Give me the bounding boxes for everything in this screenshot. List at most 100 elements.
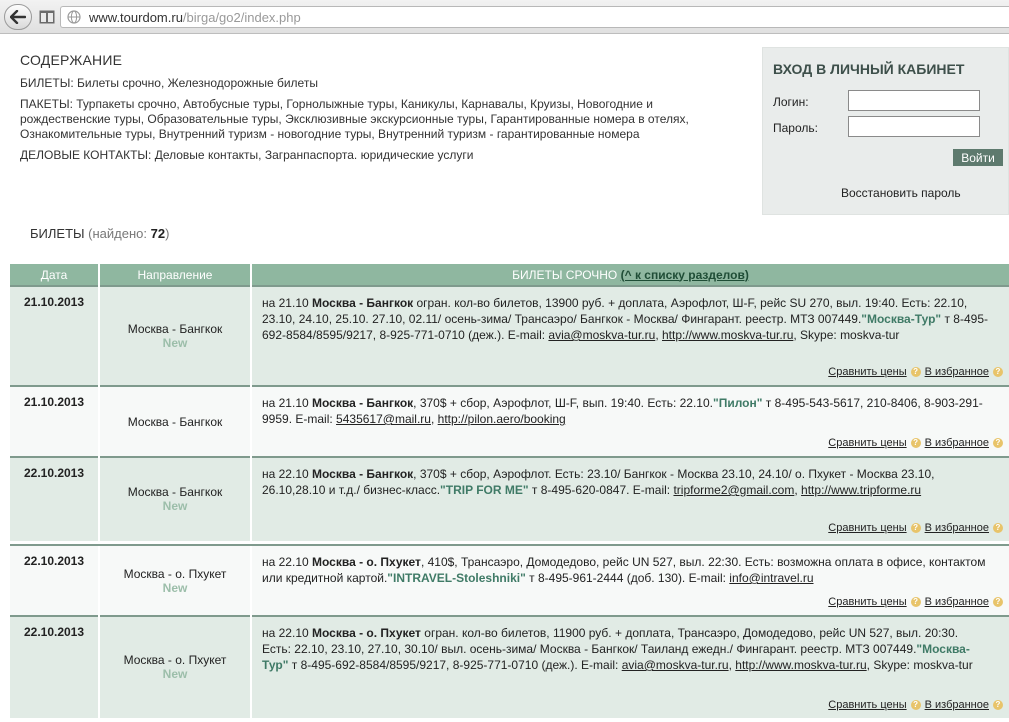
compare-prices-link[interactable]: Сравнить цены: [828, 520, 906, 536]
help-icon[interactable]: ?: [993, 367, 1003, 377]
desc-route: Москва - о. Пхукет: [312, 555, 421, 569]
address-bar[interactable]: www.tourdom.ru /birga/go2/index.php: [60, 6, 1009, 28]
row-direction: Москва - Бангкок New: [98, 285, 251, 386]
help-icon[interactable]: ?: [910, 700, 921, 710]
login-title: ВХОД В ЛИЧНЫЙ КАБИНЕТ: [773, 61, 965, 77]
login-input[interactable]: [848, 90, 980, 111]
row-description: на 21.10 Москва - Бангкок, 370$ + сбор, …: [250, 385, 1009, 457]
desc-lead: на 21.10: [262, 296, 309, 310]
add-favorite-link[interactable]: В избранное: [925, 364, 989, 380]
compare-prices-link[interactable]: Сравнить цены: [828, 435, 906, 451]
row-actions: Сравнить цены ? В избранное ?: [828, 435, 1003, 451]
section-links[interactable]: Билеты срочно, Железнодорожные билеты: [77, 76, 318, 90]
row-description: на 22.10 Москва - о. Пхукет огран. кол-в…: [250, 615, 1009, 718]
help-icon[interactable]: ?: [910, 438, 921, 448]
desc-sep: ,: [430, 412, 435, 426]
login-button[interactable]: Войти: [953, 149, 1003, 166]
add-favorite-link[interactable]: В избранное: [925, 594, 989, 610]
section-links[interactable]: Турпакеты срочно, Автобусные туры, Горно…: [20, 97, 689, 141]
site-link[interactable]: http://www.moskva-tur.ru: [662, 328, 793, 342]
new-badge: New: [162, 499, 188, 513]
new-badge: New: [162, 667, 188, 681]
direction-text: Москва - Бангкок: [127, 485, 223, 499]
desc-company: "INTRAVEL-Stoleshniki": [387, 571, 526, 585]
row-date: 22.10.2013: [10, 544, 99, 616]
back-button[interactable]: [4, 4, 32, 30]
direction-text: Москва - Бангкок: [127, 322, 223, 336]
row-actions: Сравнить цены ? В избранное ?: [828, 364, 1003, 380]
compare-prices-link[interactable]: Сравнить цены: [828, 594, 906, 610]
help-icon[interactable]: ?: [910, 367, 921, 377]
login-label: Логин:: [773, 95, 809, 109]
help-icon[interactable]: ?: [993, 523, 1003, 533]
contents-title: СОДЕРЖАНИЕ: [20, 52, 123, 68]
table-row: 22.10.2013 Москва - о. Пхукет New на 22.…: [10, 615, 1009, 718]
help-icon[interactable]: ?: [993, 700, 1003, 710]
row-description: на 22.10 Москва - Бангкок, 370$ + сбор, …: [250, 456, 1009, 541]
column-header-section: БИЛЕТЫ СРОЧНО (^ к списку разделов): [250, 264, 1009, 286]
direction-text: Москва - Бангкок: [127, 414, 223, 429]
email-link[interactable]: tripforme2@gmail.com: [673, 483, 794, 497]
add-favorite-link[interactable]: В избранное: [925, 435, 989, 451]
site-link[interactable]: http://www.tripforme.ru: [801, 483, 921, 497]
desc-lead: на 22.10: [262, 467, 309, 481]
login-panel: ВХОД В ЛИЧНЫЙ КАБИНЕТ Логин: Пароль: Вой…: [762, 47, 1009, 215]
row-actions: Сравнить цены ? В избранное ?: [828, 594, 1003, 610]
desc-tail: т 8-495-961-2444 (доб. 130). E-mail:: [529, 571, 726, 585]
row-date: 22.10.2013: [10, 615, 99, 718]
tickets-table: Дата Направление БИЛЕТЫ СРОЧНО (^ к спис…: [10, 264, 1009, 718]
desc-extra: , Skype: moskva-tur: [793, 328, 900, 342]
email-link[interactable]: avia@moskva-tur.ru: [622, 658, 729, 672]
direction-text: Москва - о. Пхукет: [123, 653, 227, 667]
compare-prices-link[interactable]: Сравнить цены: [828, 697, 906, 713]
add-favorite-link[interactable]: В избранное: [925, 520, 989, 536]
results-title: БИЛЕТЫ: [30, 226, 85, 241]
back-to-sections-link[interactable]: (^ к списку разделов): [621, 268, 749, 282]
new-badge: New: [162, 336, 188, 350]
desc-tail: т 8-495-692-8584/8595/9217, 8-925-771-07…: [291, 658, 619, 672]
desc-company: "TRIP FOR ME": [440, 483, 529, 497]
help-icon[interactable]: ?: [910, 523, 921, 533]
table-row: 22.10.2013 Москва - Бангкок New на 22.10…: [10, 456, 1009, 541]
row-date: 22.10.2013: [10, 456, 99, 541]
desc-sep: ,: [794, 483, 798, 497]
contents-section-packages: ПАКЕТЫ: Турпакеты срочно, Автобусные тур…: [20, 97, 730, 142]
tabs-overview-icon[interactable]: [38, 8, 56, 25]
desc-sep: ,: [655, 328, 659, 342]
row-direction: Москва - Бангкок: [98, 385, 251, 457]
password-label: Пароль:: [773, 121, 818, 135]
globe-icon: [67, 10, 81, 24]
email-link[interactable]: avia@moskva-tur.ru: [548, 328, 655, 342]
help-icon[interactable]: ?: [910, 597, 921, 607]
help-icon[interactable]: ?: [993, 438, 1003, 448]
found-count: 72: [150, 226, 166, 241]
row-actions: Сравнить цены ? В избранное ?: [828, 697, 1003, 713]
results-summary: БИЛЕТЫ (найдено: 72): [30, 226, 169, 241]
restore-password-link[interactable]: Восстановить пароль: [841, 186, 961, 200]
contents-block: СОДЕРЖАНИЕ БИЛЕТЫ: Билеты срочно, Железн…: [20, 52, 730, 169]
email-link[interactable]: info@intravel.ru: [729, 571, 813, 585]
site-link[interactable]: http://pilon.aero/booking: [438, 412, 566, 426]
compare-prices-link[interactable]: Сравнить цены: [828, 364, 906, 380]
add-favorite-link[interactable]: В избранное: [925, 697, 989, 713]
url-path: /birga/go2/index.php: [182, 9, 301, 25]
direction-text: Москва - о. Пхукет: [123, 566, 227, 581]
help-icon[interactable]: ?: [993, 597, 1003, 607]
desc-lead: на 21.10: [262, 396, 309, 410]
desc-route: Москва - Бангкок: [312, 396, 414, 410]
desc-lead: на 22.10: [262, 555, 309, 569]
section-links[interactable]: Деловые контакты, Загранпаспорта. юридич…: [155, 148, 474, 162]
contents-section-contacts: ДЕЛОВЫЕ КОНТАКТЫ: Деловые контакты, Загр…: [20, 148, 730, 163]
desc-company: "Пилон": [713, 396, 763, 410]
found-label: (найдено:: [88, 226, 147, 241]
site-link[interactable]: http://www.moskva-tur.ru: [735, 658, 866, 672]
email-link[interactable]: 5435617@mail.ru: [336, 412, 431, 426]
table-row: 21.10.2013 Москва - Бангкок на 21.10 Мос…: [10, 385, 1009, 457]
new-badge: New: [162, 580, 188, 595]
row-date: 21.10.2013: [10, 285, 99, 386]
column-header-date: Дата: [10, 264, 99, 286]
password-input[interactable]: [848, 116, 980, 137]
contents-section-tickets: БИЛЕТЫ: Билеты срочно, Железнодорожные б…: [20, 76, 730, 91]
url-domain: www.tourdom.ru: [89, 9, 183, 25]
row-description: на 21.10 Москва - Бангкок огран. кол-во …: [250, 285, 1009, 386]
